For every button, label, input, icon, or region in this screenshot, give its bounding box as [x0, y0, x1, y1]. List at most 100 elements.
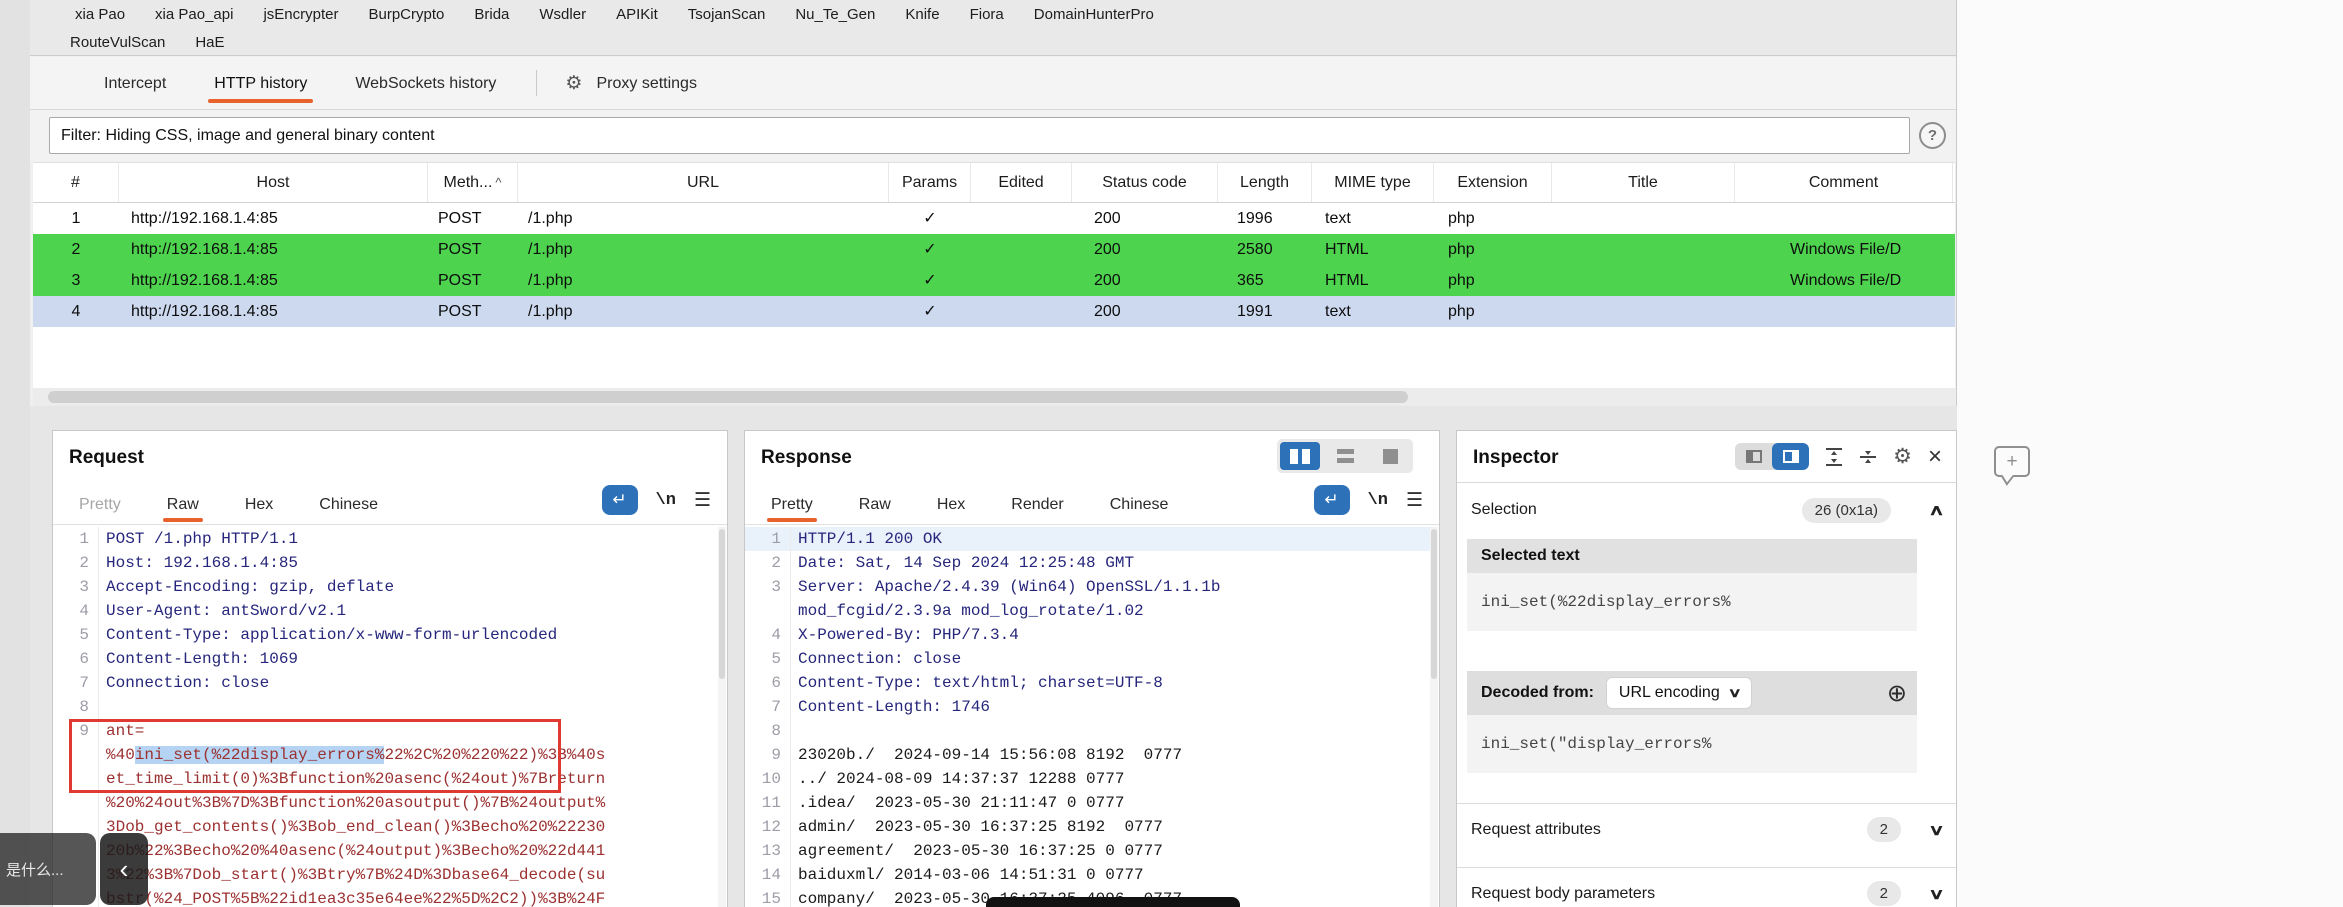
request-panel-title: Request	[69, 447, 144, 468]
decoded-text-value[interactable]: ini_set("display_errors%	[1467, 715, 1917, 773]
add-decoder-icon[interactable]: ⊕	[1887, 679, 1907, 708]
extension-tab[interactable]: Nu_Te_Gen	[795, 6, 905, 23]
selected-text-value[interactable]: ini_set(%22display_errors%	[1467, 573, 1917, 631]
decoded-from-block: Decoded from: URL encoding ∨ ⊕ ini_set("d…	[1467, 671, 1917, 773]
col-header-extension[interactable]: Extension	[1434, 163, 1552, 202]
scrollbar-thumb[interactable]	[48, 391, 1408, 403]
request-editor-icons: ↵ \n ☰	[601, 485, 711, 515]
tab-proxy-settings[interactable]: Proxy settings	[596, 61, 696, 105]
split-rows-layout-icon[interactable]	[1325, 442, 1365, 470]
collapse-all-icon[interactable]	[1859, 447, 1877, 467]
col-header-url[interactable]: URL	[518, 163, 889, 202]
tab-pretty[interactable]: Pretty	[79, 496, 121, 524]
col-header-title[interactable]: Title	[1552, 163, 1735, 202]
tab-raw[interactable]: Raw	[859, 496, 891, 524]
newline-toggle-icon[interactable]: \n	[1368, 491, 1388, 510]
selected-text-header: Selected text	[1467, 539, 1917, 573]
line-number: 1	[745, 527, 791, 551]
extension-tab[interactable]: RouteVulScan	[70, 34, 195, 51]
extension-tab-bar: xia Pao xia Pao_api jsEncrypter BurpCrypto B…	[30, 0, 1956, 56]
word-wrap-icon[interactable]: ↵	[601, 485, 638, 515]
col-header-mime[interactable]: MIME type	[1312, 163, 1434, 202]
tab-websockets-history[interactable]: WebSockets history	[355, 61, 496, 105]
decoder-dropdown[interactable]: URL encoding ∨	[1605, 677, 1753, 709]
expand-all-icon[interactable]	[1825, 447, 1843, 467]
cell-number: 1	[71, 210, 81, 227]
layout-switcher	[1277, 439, 1413, 473]
extension-tab[interactable]: Brida	[474, 6, 539, 23]
table-row[interactable]: 2 http://192.168.1.4:85 POST /1.php ✓ 20…	[33, 234, 1955, 265]
code-line: 7 Connection: close	[53, 671, 721, 695]
response-vertical-scrollbar[interactable]	[1430, 527, 1438, 907]
chevron-up-icon[interactable]: ∧	[1928, 501, 1944, 519]
extension-tab[interactable]: APIKit	[616, 6, 688, 23]
editor-menu-icon[interactable]: ☰	[694, 489, 711, 512]
close-icon[interactable]: ×	[1928, 444, 1942, 468]
response-pretty-content[interactable]: 1 HTTP/1.1 200 OK 2 Date: Sat, 14 Sep 20…	[745, 527, 1433, 907]
extension-tab[interactable]: DomainHunterPro	[1034, 6, 1184, 23]
dock-left-icon[interactable]	[1735, 443, 1772, 470]
add-comment-icon[interactable]: +	[1994, 446, 2030, 477]
tab-render[interactable]: Render	[1011, 496, 1063, 524]
code-line: %20%24out%3B%7D%3Bfunction%20asoutput()%…	[53, 791, 721, 815]
col-header-edited[interactable]: Edited	[971, 163, 1072, 202]
tab-chinese[interactable]: Chinese	[319, 496, 378, 524]
request-attributes-section[interactable]: Request attributes 2 ∨	[1457, 803, 1956, 855]
chevron-down-icon[interactable]: ∨	[1928, 885, 1944, 903]
cell-mime: HTML	[1325, 272, 1369, 289]
extension-tab[interactable]: Fiora	[970, 6, 1034, 23]
help-icon[interactable]: ?	[1919, 122, 1946, 149]
dock-right-icon[interactable]	[1772, 443, 1810, 470]
count-badge: 2	[1866, 881, 1902, 906]
tab-chinese[interactable]: Chinese	[1110, 496, 1169, 524]
table-row[interactable]: 3 http://192.168.1.4:85 POST /1.php ✓ 20…	[33, 265, 1955, 296]
table-row[interactable]: 1 http://192.168.1.4:85 POST /1.php ✓ 20…	[33, 203, 1955, 234]
selected-text-highlight: ini_set(%22display_errors%	[134, 746, 385, 764]
cell-host: http://192.168.1.4:85	[131, 210, 278, 227]
proxy-subtab-bar: Intercept HTTP history WebSockets histor…	[30, 57, 1956, 110]
extension-tab[interactable]: Wsdler	[539, 6, 616, 23]
cell-params-check-icon: ✓	[923, 303, 937, 320]
scrollbar-thumb[interactable]	[719, 529, 725, 679]
cell-title	[1552, 296, 1735, 327]
filter-bar[interactable]: Filter: Hiding CSS, image and general bi…	[49, 117, 1910, 154]
extension-tab[interactable]: BurpCrypto	[368, 6, 474, 23]
scrollbar-thumb[interactable]	[1431, 529, 1437, 679]
extension-tab[interactable]: HaE	[195, 34, 254, 51]
editor-menu-icon[interactable]: ☰	[1406, 489, 1423, 512]
request-vertical-scrollbar[interactable]	[718, 527, 726, 907]
newline-toggle-icon[interactable]: \n	[656, 491, 676, 510]
single-pane-layout-icon[interactable]	[1370, 442, 1410, 470]
extension-tab[interactable]: xia Pao	[75, 6, 155, 23]
request-raw-content[interactable]: 1 POST /1.php HTTP/1.1 2 Host: 192.168.1…	[53, 527, 721, 907]
extension-tab[interactable]: jsEncrypter	[263, 6, 368, 23]
tab-raw[interactable]: Raw	[162, 496, 203, 524]
word-wrap-icon[interactable]: ↵	[1313, 485, 1350, 515]
tab-pretty[interactable]: Pretty	[767, 496, 817, 524]
col-header-host[interactable]: Host	[119, 163, 428, 202]
horizontal-scrollbar[interactable]	[33, 388, 1955, 406]
col-header-length[interactable]: Length	[1218, 163, 1312, 202]
split-columns-layout-icon[interactable]	[1280, 442, 1320, 470]
extension-tab[interactable]: TsojanScan	[688, 6, 796, 23]
note-collapse-chevron[interactable]: ‹	[100, 833, 148, 905]
tab-hex[interactable]: Hex	[245, 496, 273, 524]
extension-tab[interactable]: xia Pao_api	[155, 6, 263, 23]
col-header-method[interactable]: Meth... ^	[428, 163, 518, 202]
tab-intercept[interactable]: Intercept	[104, 61, 166, 105]
table-row[interactable]: 4 http://192.168.1.4:85 POST /1.php ✓ 20…	[33, 296, 1955, 327]
extension-tab[interactable]: Knife	[905, 6, 969, 23]
code-line: %40ini_set(%22display_errors%22%2C%20%22…	[53, 743, 721, 767]
tab-http-history[interactable]: HTTP history	[208, 61, 314, 105]
chevron-down-icon[interactable]: ∨	[1928, 821, 1944, 839]
tab-hex[interactable]: Hex	[937, 496, 965, 524]
inspector-header: Inspector ⚙ ×	[1457, 431, 1956, 483]
col-header-params[interactable]: Params	[889, 163, 971, 202]
request-body-parameters-section[interactable]: Request body parameters 2 ∨	[1457, 867, 1956, 907]
col-header-comment[interactable]: Comment	[1735, 163, 1953, 202]
col-header-status[interactable]: Status code	[1072, 163, 1218, 202]
col-header-number[interactable]: #	[33, 163, 119, 202]
selection-section-header[interactable]: Selection 26 (0x1a) ∧	[1471, 493, 1945, 527]
line-number	[53, 743, 99, 767]
inspector-settings-icon[interactable]: ⚙	[1893, 444, 1912, 469]
